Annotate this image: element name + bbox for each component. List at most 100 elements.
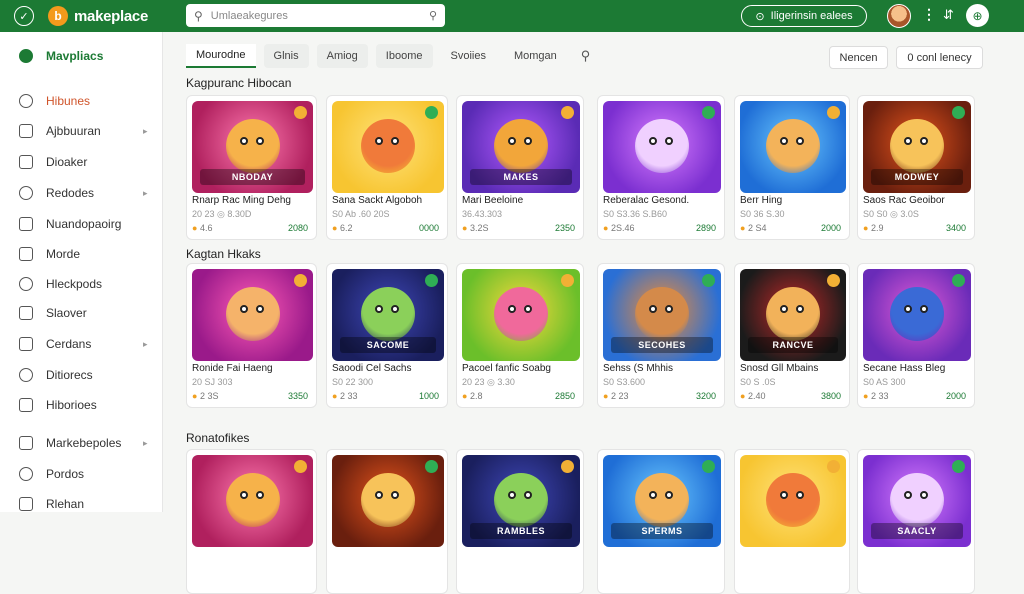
more-options-icon[interactable]: ⋮ xyxy=(922,6,936,23)
user-icon xyxy=(19,467,33,481)
search-input[interactable]: ⚲ Umlaeakegures ⚲ xyxy=(186,4,445,27)
product-card[interactable] xyxy=(186,449,317,594)
game-thumbnail[interactable] xyxy=(332,101,444,193)
sidebar-item[interactable]: Markebepoles ▸ xyxy=(0,431,163,455)
tab[interactable]: Momgan xyxy=(504,44,567,68)
list-icon xyxy=(19,277,33,291)
sidebar-item-label: Slaover xyxy=(46,306,87,320)
character-illustration xyxy=(361,473,415,527)
game-thumbnail[interactable]: RANCVE xyxy=(740,269,846,361)
sidebar-item[interactable]: Ditiorecs xyxy=(0,363,163,387)
product-card[interactable]: NBODAY Rnarp Rac Ming Dehg 20 23 ◎ 8.30D ● … xyxy=(186,95,317,240)
tab[interactable]: Glnis xyxy=(263,44,309,68)
product-card[interactable] xyxy=(326,449,448,594)
game-thumbnail[interactable]: SECOHES xyxy=(603,269,721,361)
product-card[interactable]: Sana Sackt Algoboh S0 Ab .60 20S ● 6.2 0000 xyxy=(326,95,448,240)
star-icon: ● xyxy=(462,223,470,233)
tab[interactable]: Iboome xyxy=(375,44,433,68)
sidebar-item-label: Redodes xyxy=(46,186,95,200)
game-thumbnail[interactable] xyxy=(740,101,846,193)
thumbnail-title: SECOHES xyxy=(611,337,713,353)
card-title: Berr Hing xyxy=(740,195,783,206)
game-thumbnail[interactable]: SPERMS xyxy=(603,455,721,547)
search-submit-icon[interactable]: ⚲ xyxy=(429,9,437,22)
character-illustration xyxy=(890,287,944,341)
sidebar-item[interactable]: Ajbbuuran ▸ xyxy=(0,119,163,143)
sidebar-item[interactable]: Mavpliacs xyxy=(0,44,163,68)
product-card[interactable]: MODWEY Saos Rac Geoibor S0 S0 ◎ 3.0S ● 2.9 3… xyxy=(857,95,975,240)
card-title: Mari Beeloine xyxy=(462,195,524,206)
sidebar-item-label: Hiborioes xyxy=(46,398,97,412)
product-card[interactable]: Pacoel fanfic Soabg 20 23 ◎ 3.30 ● 2.8 2850 xyxy=(456,263,584,408)
card-rating: 2 3S xyxy=(199,391,219,401)
transfer-icon[interactable]: ⇵ xyxy=(943,7,954,23)
badge-icon xyxy=(425,460,438,473)
game-thumbnail[interactable] xyxy=(863,269,971,361)
game-thumbnail[interactable] xyxy=(740,455,846,547)
game-thumbnail[interactable]: MODWEY xyxy=(863,101,971,193)
chat-icon xyxy=(19,337,33,351)
tab[interactable]: Mourodne xyxy=(186,44,256,68)
card-price: 2890 xyxy=(695,223,716,233)
product-card[interactable] xyxy=(734,449,850,594)
tab[interactable]: Svoiies xyxy=(441,44,496,68)
product-card[interactable]: MAKES Mari Beeloine 36.43.303 ● 3.2S 2350 xyxy=(456,95,584,240)
sidebar-item[interactable]: Hleckpods xyxy=(0,272,163,296)
avatar[interactable] xyxy=(887,4,911,28)
thumbnail-title: SACOME xyxy=(340,337,436,353)
game-thumbnail[interactable] xyxy=(192,269,313,361)
badge-icon xyxy=(952,460,965,473)
sidebar-item[interactable]: Hibunes xyxy=(0,89,163,113)
game-thumbnail[interactable]: NBODAY xyxy=(192,101,313,193)
sidebar-item[interactable]: Slaover xyxy=(0,301,163,325)
sidebar-item[interactable]: Pordos xyxy=(0,462,163,486)
rating-row: ● 6.2 xyxy=(332,223,352,233)
tab[interactable]: Amiog xyxy=(316,44,368,68)
menu-toggle-icon[interactable]: ✓ xyxy=(14,6,34,26)
badge-icon xyxy=(294,274,307,287)
card-subtitle: S0 36 S.30 xyxy=(740,209,785,219)
doc-icon xyxy=(19,155,33,169)
product-card[interactable]: SAACLY xyxy=(857,449,975,594)
search-icon[interactable]: ⚲ xyxy=(581,48,591,64)
card-subtitle: S0 22 300 xyxy=(332,377,374,387)
sidebar-item[interactable]: Hiborioes xyxy=(0,393,163,417)
badge-icon xyxy=(702,106,715,119)
profile-icon[interactable]: ⊕ xyxy=(966,4,989,27)
sidebar-item[interactable]: Cerdans ▸ xyxy=(0,332,163,356)
sidebar-item[interactable]: Redodes ▸ xyxy=(0,181,163,205)
sidebar-item[interactable]: Morde xyxy=(0,242,163,266)
game-thumbnail[interactable] xyxy=(192,455,313,547)
product-card[interactable]: Secane Hass Bleg S0 AS 300 ● 2 33 2000 xyxy=(857,263,975,408)
product-card[interactable]: SACOME Saoodi Cel Sachs S0 22 300 ● 2 33 100… xyxy=(326,263,448,408)
sidebar-item[interactable]: Nuandopaoirg xyxy=(0,212,163,236)
product-card[interactable]: Ronide Fai Haeng 20 SJ 303 ● 2 3S 3350 xyxy=(186,263,317,408)
product-card[interactable]: Reberalac Gesond. S0 S3.36 S.B60 ● 2S.46 28… xyxy=(597,95,725,240)
star-icon: ● xyxy=(603,223,611,233)
product-card[interactable]: RANCVE Snosd Gll Mbains S0 S .0S ● 2.40 3800 xyxy=(734,263,850,408)
game-thumbnail[interactable] xyxy=(462,269,580,361)
game-thumbnail[interactable]: SACOME xyxy=(332,269,444,361)
grid-icon xyxy=(19,186,33,200)
card-title: Saoodi Cel Sachs xyxy=(332,363,412,374)
game-thumbnail[interactable] xyxy=(332,455,444,547)
game-thumbnail[interactable]: SAACLY xyxy=(863,455,971,547)
card-subtitle: S0 S3.36 S.B60 xyxy=(603,209,668,219)
character-illustration xyxy=(225,473,280,527)
sidebar-item[interactable]: Rlehan xyxy=(0,492,163,516)
sidebar-item-label: Nuandopaoirg xyxy=(46,217,122,231)
product-card[interactable]: Berr Hing S0 36 S.30 ● 2 S4 2000 xyxy=(734,95,850,240)
box-icon xyxy=(19,247,33,261)
cta-button[interactable]: ⊙ Iligerinsin ealees xyxy=(741,5,867,27)
game-thumbnail[interactable]: MAKES xyxy=(462,101,580,193)
sidebar-item[interactable]: Dioaker xyxy=(0,150,163,174)
product-card[interactable]: SECOHES Sehss (S Mhhis S0 S3.600 ● 2 23 3200 xyxy=(597,263,725,408)
chevron-right-icon: ▸ xyxy=(143,338,148,349)
game-thumbnail[interactable] xyxy=(603,101,721,193)
filter-button[interactable]: Nencen xyxy=(829,46,888,69)
card-title: Snosd Gll Mbains xyxy=(740,363,819,374)
game-thumbnail[interactable]: RAMBLES xyxy=(462,455,580,547)
sort-button[interactable]: 0 conl lenecy xyxy=(896,46,983,69)
product-card[interactable]: RAMBLES xyxy=(456,449,584,594)
product-card[interactable]: SPERMS xyxy=(597,449,725,594)
